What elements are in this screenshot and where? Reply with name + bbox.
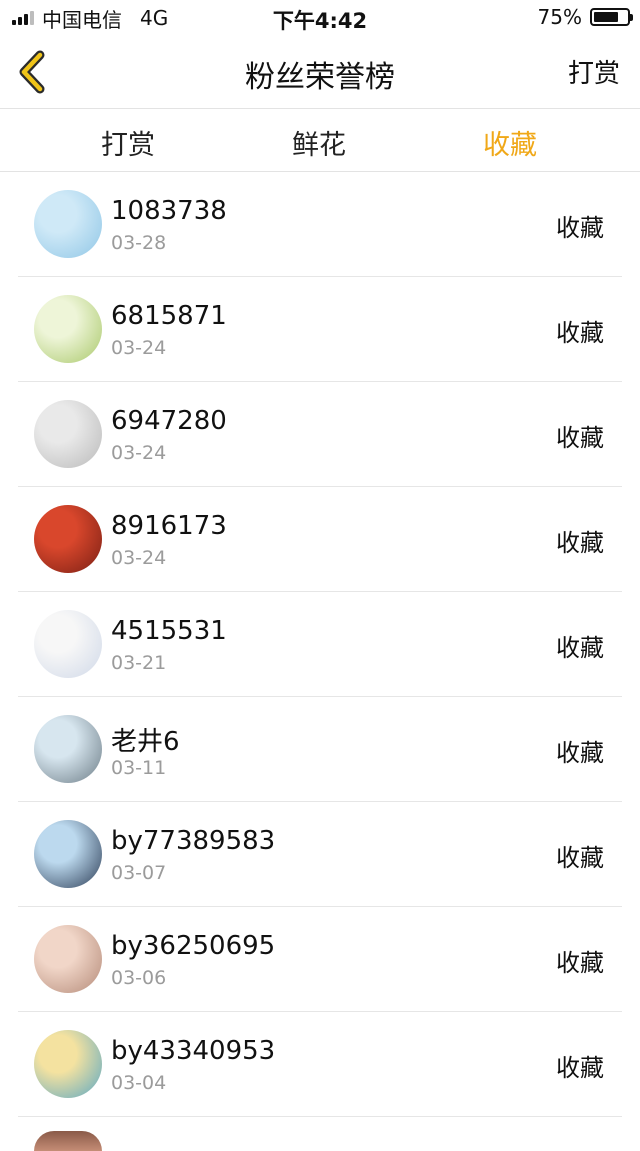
avatar[interactable] (34, 505, 102, 573)
fan-name: 8916173 (111, 511, 227, 541)
avatar[interactable] (34, 400, 102, 468)
fan-date: 03-06 (111, 967, 167, 989)
favorite-label: 收藏 (556, 949, 604, 977)
list-item[interactable]: 8916173 03-24 收藏 (18, 487, 622, 592)
list-item[interactable]: 6947280 03-24 收藏 (18, 382, 622, 487)
fan-name: 6947280 (111, 406, 227, 436)
tab-favorites[interactable]: 收藏 (450, 123, 570, 162)
battery-percent: 75% (537, 5, 582, 29)
favorite-label: 收藏 (556, 319, 604, 347)
fan-name: by36250695 (111, 931, 276, 961)
tab-flowers[interactable]: 鲜花 (259, 123, 379, 162)
list-item[interactable]: by43340953 03-04 收藏 (18, 1012, 622, 1117)
fan-date: 03-11 (111, 757, 167, 779)
fan-date: 03-24 (111, 442, 167, 464)
favorite-label: 收藏 (556, 424, 604, 452)
fan-date: 03-04 (111, 1072, 167, 1094)
fan-date: 03-24 (111, 547, 167, 569)
navigation-bar: 粉丝荣誉榜 打赏 (0, 36, 640, 109)
fan-name: 6815871 (111, 301, 227, 331)
list-item[interactable]: 4515531 03-21 收藏 (18, 592, 622, 697)
favorite-label: 收藏 (556, 844, 604, 872)
avatar[interactable] (34, 295, 102, 363)
fan-date: 03-07 (111, 862, 167, 884)
avatar-partial (34, 1131, 102, 1151)
back-button[interactable] (14, 50, 50, 94)
list-item[interactable]: 1083738 03-28 收藏 (18, 172, 622, 277)
avatar[interactable] (34, 820, 102, 888)
battery-fill (594, 12, 618, 22)
favorite-label: 收藏 (556, 214, 604, 242)
fan-name: 1083738 (111, 196, 227, 226)
fan-date: 03-28 (111, 232, 167, 254)
favorite-label: 收藏 (556, 634, 604, 662)
avatar[interactable] (34, 1030, 102, 1098)
fan-date: 03-21 (111, 652, 167, 674)
list-item[interactable]: by36250695 03-06 收藏 (18, 907, 622, 1012)
status-bar: 中国电信 4G 下午4:42 75% (0, 0, 640, 36)
status-right: 75% (537, 5, 633, 29)
fan-name: by43340953 (111, 1036, 276, 1066)
favorite-label: 收藏 (556, 1054, 604, 1082)
fan-date: 03-24 (111, 337, 167, 359)
battery-icon (590, 8, 633, 26)
fan-name: 4515531 (111, 616, 227, 646)
fan-name: by77389583 (111, 826, 276, 856)
page-title: 粉丝荣誉榜 (245, 60, 395, 95)
reward-button[interactable]: 打赏 (568, 53, 620, 90)
avatar[interactable] (34, 925, 102, 993)
list-item[interactable]: 6815871 03-24 收藏 (18, 277, 622, 382)
favorite-label: 收藏 (556, 739, 604, 767)
favorite-label: 收藏 (556, 529, 604, 557)
tab-reward[interactable]: 打赏 (68, 123, 188, 162)
tab-bar: 打赏 鲜花 收藏 (0, 109, 640, 172)
fan-list: 1083738 03-28 收藏 6815871 03-24 收藏 6947280 03-24… (0, 172, 640, 1117)
fan-name: 老井6 (111, 727, 180, 757)
avatar[interactable] (34, 715, 102, 783)
list-item[interactable]: 老井6 03-11 收藏 (18, 697, 622, 802)
list-item[interactable]: by77389583 03-07 收藏 (18, 802, 622, 907)
avatar[interactable] (34, 190, 102, 258)
chevron-left-icon (19, 50, 45, 94)
avatar[interactable] (34, 610, 102, 678)
